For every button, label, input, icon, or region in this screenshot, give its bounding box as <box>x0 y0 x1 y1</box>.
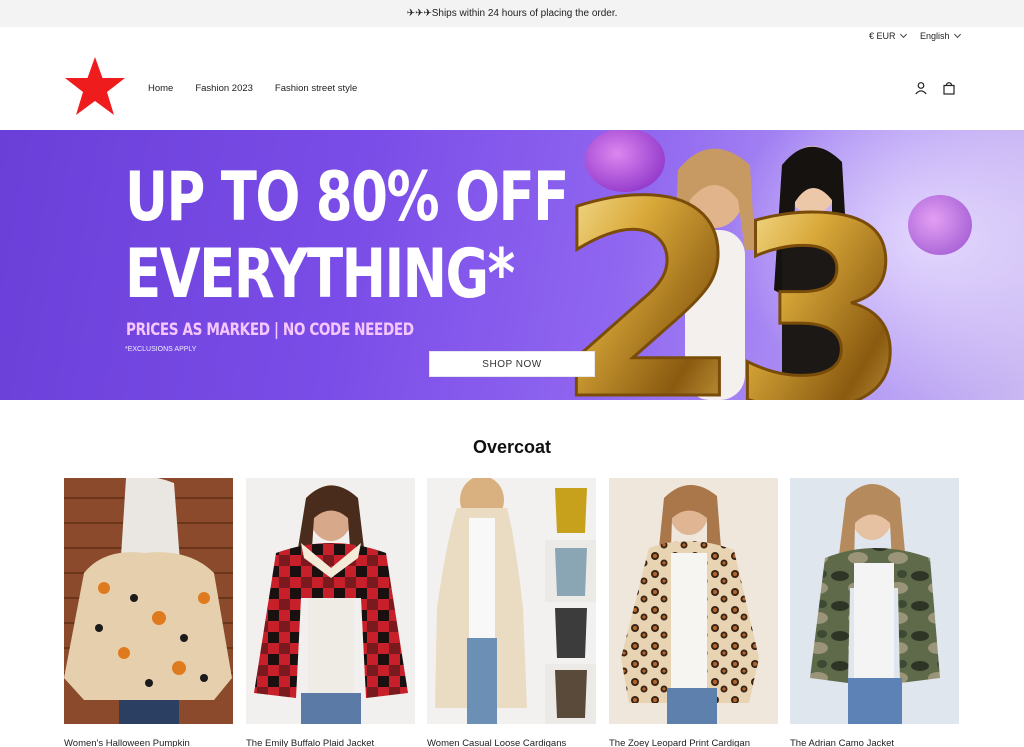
main-nav: Home Fashion 2023 Fashion street style <box>148 83 379 94</box>
product-image[interactable] <box>427 478 596 724</box>
product-grid: Women's Halloween Pumpkin The Emily Buff… <box>64 478 960 747</box>
site-header: Home Fashion 2023 Fashion street style <box>0 47 1024 130</box>
product-image[interactable] <box>246 478 415 724</box>
chevron-down-icon <box>953 30 961 39</box>
product-name[interactable]: Women's Halloween Pumpkin <box>64 738 233 747</box>
product-card[interactable]: The Zoey Leopard Print Cardigan <box>609 478 778 747</box>
product-card[interactable]: The Emily Buffalo Plaid Jacket <box>246 478 415 747</box>
currency-selector[interactable]: € EUR <box>869 30 907 41</box>
account-icon[interactable] <box>914 81 928 95</box>
hero-headline-line1: UP TO 80% OFF <box>125 158 569 237</box>
product-name[interactable]: The Emily Buffalo Plaid Jacket <box>246 738 415 747</box>
nav-fashion-street-style[interactable]: Fashion street style <box>275 83 357 94</box>
nav-home[interactable]: Home <box>148 83 173 94</box>
announcement-text: ✈✈✈Ships within 24 hours of placing the … <box>406 8 618 19</box>
nav-fashion-2023[interactable]: Fashion 2023 <box>195 83 253 94</box>
hero-exclusions-note: *EXCLUSIONS APPLY <box>125 346 197 353</box>
shop-now-button[interactable]: SHOP NOW <box>429 351 595 377</box>
product-image[interactable] <box>609 478 778 724</box>
announcement-bar: ✈✈✈Ships within 24 hours of placing the … <box>0 0 1024 27</box>
utility-bar: € EUR English <box>0 27 1024 47</box>
product-card[interactable]: Women's Halloween Pumpkin <box>64 478 233 747</box>
currency-label: € EUR <box>869 31 896 41</box>
cart-icon[interactable] <box>942 81 956 95</box>
product-image[interactable] <box>64 478 233 724</box>
product-image[interactable] <box>790 478 959 724</box>
section-title: Overcoat <box>472 437 552 457</box>
hero-subline: PRICES AS MARKED | NO CODE NEEDED <box>126 320 414 340</box>
balloon-number-right: 3 <box>730 165 911 400</box>
star-logo-icon[interactable] <box>63 55 127 119</box>
language-label: English <box>920 31 950 41</box>
product-name[interactable]: The Zoey Leopard Print Cardigan <box>609 738 778 747</box>
language-selector[interactable]: English <box>920 30 961 41</box>
hero-banner[interactable]: 2 3 UP TO 80% OFF EVERYTHING* PRICES AS … <box>0 130 1024 400</box>
chevron-down-icon <box>899 30 907 39</box>
hero-headline-line2: EVERYTHING* <box>125 235 515 314</box>
product-name[interactable]: The Adrian Camo Jacket <box>790 738 959 747</box>
hero-image: 2 3 <box>560 130 972 400</box>
product-name[interactable]: Women Casual Loose Cardigans <box>427 738 596 747</box>
product-card[interactable]: Women Casual Loose Cardigans <box>427 478 596 747</box>
product-card[interactable]: The Adrian Camo Jacket <box>790 478 959 747</box>
